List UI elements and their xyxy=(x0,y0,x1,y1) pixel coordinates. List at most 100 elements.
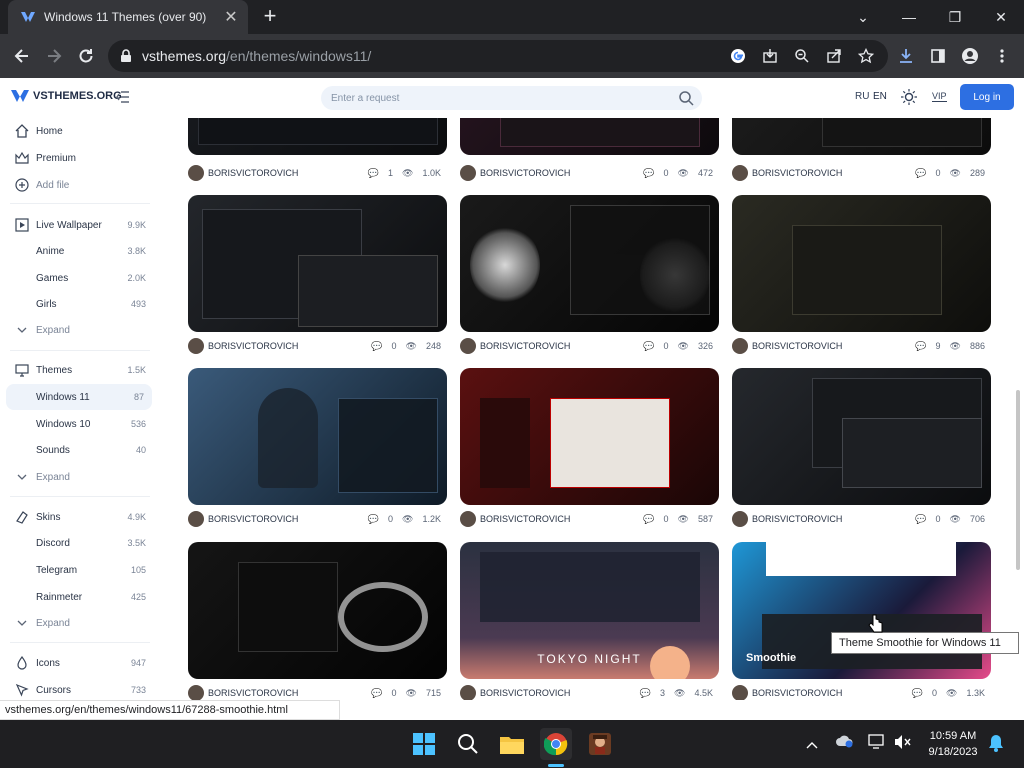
avatar xyxy=(460,685,476,700)
theme-card-thumbnail[interactable] xyxy=(188,195,447,332)
author-name[interactable]: BORISVICTOROVICH xyxy=(480,688,637,698)
sidebar-item-skins[interactable]: Skins 4.9K xyxy=(0,504,160,530)
comment-count: 0 xyxy=(932,688,938,698)
theme-card-thumbnail[interactable]: Smoothie xyxy=(732,542,991,679)
sidebar-item-live-wallpaper[interactable]: Live Wallpaper 9.9K xyxy=(0,212,160,238)
lang-ru-link[interactable]: RU xyxy=(855,91,869,102)
game-app-icon[interactable] xyxy=(584,728,616,760)
author-name[interactable]: BORISVICTOROVICH xyxy=(752,688,909,698)
page-scrollbar[interactable] xyxy=(1016,390,1020,570)
close-window-button[interactable]: ✕ xyxy=(978,0,1024,34)
sidebar-item-themes[interactable]: Themes 1.5K xyxy=(0,357,160,383)
sidebar-item-anime[interactable]: Anime 3.8K xyxy=(0,238,160,264)
chevron-up-icon[interactable] xyxy=(806,736,818,754)
author-name[interactable]: BORISVICTOROVICH xyxy=(480,514,640,524)
search-icon[interactable] xyxy=(452,728,484,760)
comment-count: 0 xyxy=(935,168,941,178)
taskbar-clock[interactable]: 10:59 AM 9/18/2023 xyxy=(920,728,986,760)
avatar xyxy=(460,338,476,354)
sidebar-item-windows10[interactable]: Windows 10 536 xyxy=(0,411,160,437)
theme-card-thumbnail[interactable] xyxy=(460,195,719,332)
sidebar-expand-skins[interactable]: Expand xyxy=(0,610,160,636)
theme-card-thumbnail[interactable] xyxy=(460,368,719,505)
drop-icon xyxy=(14,655,30,671)
sidebar-item-icons[interactable]: Icons 947 xyxy=(0,650,160,676)
theme-card-thumbnail[interactable] xyxy=(188,118,447,155)
sidebar-expand-wallpaper[interactable]: Expand xyxy=(0,317,160,343)
sidebar-item-rainmeter[interactable]: Rainmeter 425 xyxy=(0,584,160,610)
theme-card-thumbnail[interactable] xyxy=(732,368,991,505)
theme-card-thumbnail[interactable] xyxy=(460,118,719,155)
cloud-status-icon[interactable] xyxy=(836,734,854,753)
author-name[interactable]: BORISVICTOROVICH xyxy=(208,688,368,698)
downloads-icon[interactable] xyxy=(895,45,917,67)
sidebar-item-windows11[interactable]: Windows 11 87 xyxy=(6,384,152,410)
chrome-icon[interactable] xyxy=(540,728,572,760)
theme-grid: BORISVICTOROVICH 💬 1 👁 1.0K BORISVICTOROVIC… xyxy=(160,118,1024,700)
author-name[interactable]: BORISVICTOROVICH xyxy=(480,341,640,351)
minimize-button[interactable]: — xyxy=(886,0,932,34)
search-icon[interactable] xyxy=(678,90,694,106)
sidebar-item-girls[interactable]: Girls 493 xyxy=(0,291,160,317)
tab-search-icon[interactable]: ⌄ xyxy=(840,0,886,34)
view-count: 1.2K xyxy=(422,514,441,524)
side-panel-icon[interactable] xyxy=(927,45,949,67)
comment-icon: 💬 xyxy=(367,513,380,524)
profile-avatar-icon[interactable] xyxy=(959,45,981,67)
restore-button[interactable]: ❐ xyxy=(932,0,978,34)
author-name[interactable]: BORISVICTOROVICH xyxy=(208,514,365,524)
author-name[interactable]: BORISVICTOROVICH xyxy=(208,341,368,351)
theme-card-thumbnail[interactable]: TOKYO NIGHT xyxy=(460,542,719,679)
vsthemes-favicon-icon xyxy=(21,12,35,22)
author-name[interactable]: BORISVICTOROVICH xyxy=(752,341,912,351)
site-logo[interactable]: VSTHEMES.ORG xyxy=(10,88,122,104)
theme-card-thumbnail[interactable] xyxy=(188,368,447,505)
volume-muted-icon[interactable] xyxy=(894,734,912,755)
comment-count: 9 xyxy=(935,341,941,351)
google-icon[interactable] xyxy=(727,45,749,67)
theme-card-thumbnail[interactable] xyxy=(732,118,991,155)
theme-card-thumbnail[interactable] xyxy=(732,195,991,332)
sidebar-item-discord[interactable]: Discord 3.5K xyxy=(0,530,160,556)
author-name[interactable]: BORISVICTOROVICH xyxy=(752,514,912,524)
forward-button[interactable] xyxy=(40,42,68,70)
vip-link[interactable]: VIP xyxy=(932,91,947,102)
author-name[interactable]: BORISVICTOROVICH xyxy=(208,168,365,178)
zoom-icon[interactable] xyxy=(791,45,813,67)
login-button[interactable]: Log in xyxy=(960,84,1014,110)
eye-icon: 👁 xyxy=(677,167,689,178)
sidebar-item-label: Cursors xyxy=(36,684,72,696)
search-input[interactable]: Enter a request xyxy=(321,86,702,110)
author-name[interactable]: BORISVICTOROVICH xyxy=(480,168,640,178)
bookmark-star-icon[interactable] xyxy=(855,45,877,67)
view-count: 472 xyxy=(697,168,713,178)
menu-kebab-icon[interactable] xyxy=(991,45,1013,67)
tab-active[interactable]: Windows 11 Themes (over 90) ✕ xyxy=(8,0,248,34)
theme-card-thumbnail[interactable] xyxy=(188,542,447,679)
sidebar-item-add-file[interactable]: Add file xyxy=(0,172,160,198)
close-tab-icon[interactable]: ✕ xyxy=(222,7,240,27)
sidebar-item-home[interactable]: Home xyxy=(0,118,160,144)
sidebar-item-games[interactable]: Games 2.0K xyxy=(0,265,160,291)
windows-start-icon[interactable] xyxy=(408,728,440,760)
sidebar-item-label: Sounds xyxy=(36,444,70,456)
sidebar-item-premium[interactable]: Premium xyxy=(0,145,160,171)
share-icon[interactable] xyxy=(823,45,845,67)
sidebar-item-sounds[interactable]: Sounds 40 xyxy=(0,437,160,463)
install-app-icon[interactable] xyxy=(759,45,781,67)
author-name[interactable]: BORISVICTOROVICH xyxy=(752,168,912,178)
view-count: 715 xyxy=(425,688,441,698)
file-explorer-icon[interactable] xyxy=(496,728,528,760)
theme-toggle-sun-icon[interactable] xyxy=(901,89,917,110)
back-button[interactable] xyxy=(8,42,36,70)
avatar xyxy=(732,511,748,527)
collapse-sidebar-icon[interactable] xyxy=(116,90,130,108)
notification-bell-icon[interactable] xyxy=(988,734,1004,757)
reload-button[interactable] xyxy=(72,42,100,70)
sidebar-item-telegram[interactable]: Telegram 105 xyxy=(0,557,160,583)
lang-en-link[interactable]: EN xyxy=(873,91,887,102)
sidebar-expand-themes[interactable]: Expand xyxy=(0,464,160,490)
network-icon[interactable] xyxy=(868,734,886,755)
sidebar-item-label: Add file xyxy=(36,179,70,191)
new-tab-button[interactable]: + xyxy=(258,5,282,28)
